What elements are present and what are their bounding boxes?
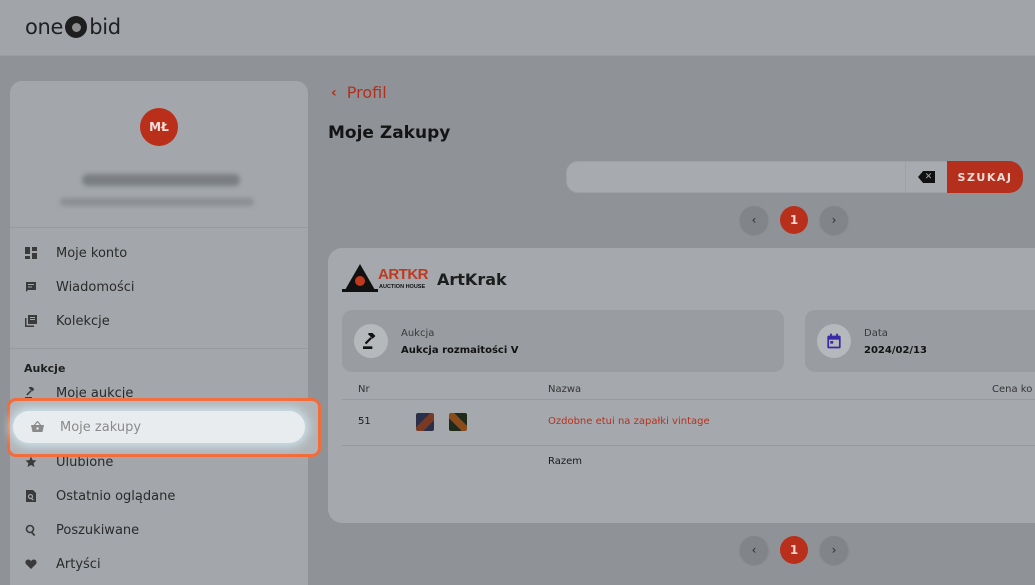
star-icon	[24, 455, 38, 469]
divider	[10, 348, 308, 349]
message-icon	[24, 280, 38, 294]
sidebar-item-label: Wiadomości	[56, 279, 135, 295]
sidebar-item-label: Artyści	[56, 556, 101, 572]
auction-value[interactable]: Aukcja rozmaitości V	[401, 345, 519, 356]
sidebar-item-poszukiwane[interactable]: Poszukiwane	[24, 516, 139, 544]
back-link-label: Profil	[346, 83, 387, 102]
heart-icon	[24, 557, 38, 571]
row-nr: 51	[358, 416, 371, 427]
sidebar-item-label: Ostatnio oglądane	[56, 488, 176, 504]
collection-icon	[24, 314, 38, 328]
sidebar-item-kolekcje[interactable]: Kolekcje	[24, 307, 110, 335]
artkrak-logo: ARTKRAK AUCTION HOUSE	[342, 262, 450, 294]
pagination-current-page[interactable]: 1	[780, 206, 808, 234]
sidebar-item-wiadomosci[interactable]: Wiadomości	[24, 273, 135, 301]
date-label: Data	[864, 328, 888, 339]
sidebar-item-label: Kolekcje	[56, 313, 110, 329]
sidebar-item-moje-zakupy[interactable]: Moje zakupy	[13, 411, 305, 443]
pagination-next-button[interactable]: ›	[820, 206, 848, 234]
search-input[interactable]	[566, 161, 906, 193]
page-title: Moje Zakupy	[328, 123, 451, 143]
divider	[10, 227, 308, 228]
dashboard-icon	[24, 246, 38, 260]
logo-text-left: one	[25, 15, 64, 39]
auction-label: Aukcja	[401, 328, 435, 339]
avatar[interactable]: MŁ	[140, 108, 178, 146]
blurred-user-name	[82, 174, 240, 186]
sidebar-item-label: Moje konto	[56, 245, 128, 261]
date-info-box: Data 2024/02/13	[805, 310, 1035, 372]
section-label-aukcje: Aukcje	[24, 362, 66, 375]
sidebar-item-label: Poszukiwane	[56, 522, 140, 538]
gavel-icon	[354, 324, 388, 358]
basket-icon	[30, 420, 44, 434]
onebid-logo[interactable]: one bid	[25, 13, 121, 41]
auction-house-name[interactable]: ArtKrak	[437, 270, 507, 289]
svg-text:ARTKRAK: ARTKRAK	[378, 266, 428, 283]
column-header-cena: Cena ko	[992, 384, 1033, 395]
search-icon	[24, 523, 38, 537]
pagination-prev-button[interactable]: ‹	[740, 536, 768, 564]
chevron-left-icon: ‹	[331, 84, 337, 101]
top-bar: one bid	[0, 0, 1035, 56]
blurred-user-email	[60, 198, 254, 206]
item-thumbnail[interactable]	[416, 413, 434, 431]
logo-mark-icon	[65, 16, 88, 38]
item-thumbnail[interactable]	[449, 413, 467, 431]
sidebar-item-label: Moje zakupy	[60, 419, 142, 435]
item-name-link[interactable]: Ozdobne etui na zapałki vintage	[548, 416, 710, 427]
auction-info-box: Aukcja Aukcja rozmaitości V	[342, 310, 784, 372]
date-value: 2024/02/13	[864, 345, 927, 356]
logo-text-right: bid	[89, 15, 121, 39]
pagination-next-button[interactable]: ›	[820, 536, 848, 564]
search-button[interactable]: SZUKAJ	[947, 161, 1023, 193]
backspace-icon: ✕	[918, 171, 935, 183]
pagination-current-page[interactable]: 1	[780, 536, 808, 564]
column-header-nazwa: Nazwa	[548, 384, 582, 395]
pagination-prev-button[interactable]: ‹	[740, 206, 768, 234]
viewed-icon	[24, 489, 38, 503]
back-link-profil[interactable]: ‹ Profil	[331, 83, 387, 102]
sidebar: MŁ Moje konto Wiadomości Kolekcje Aukcje…	[10, 81, 308, 585]
svg-text:AUCTION HOUSE: AUCTION HOUSE	[379, 284, 425, 290]
calendar-icon	[817, 324, 851, 358]
sidebar-item-moje-konto[interactable]: Moje konto	[24, 239, 127, 267]
sidebar-item-artysci[interactable]: Artyści	[24, 550, 101, 578]
table-divider	[342, 445, 1035, 446]
table-divider	[342, 399, 1035, 400]
column-header-nr: Nr	[358, 384, 370, 395]
purchase-card: ARTKRAK AUCTION HOUSE ArtKrak Aukcja Auk…	[328, 248, 1035, 523]
clear-search-button[interactable]: ✕	[905, 161, 948, 193]
sidebar-item-ostatnio-ogladane[interactable]: Ostatnio oglądane	[24, 482, 175, 510]
total-label: Razem	[548, 456, 582, 467]
